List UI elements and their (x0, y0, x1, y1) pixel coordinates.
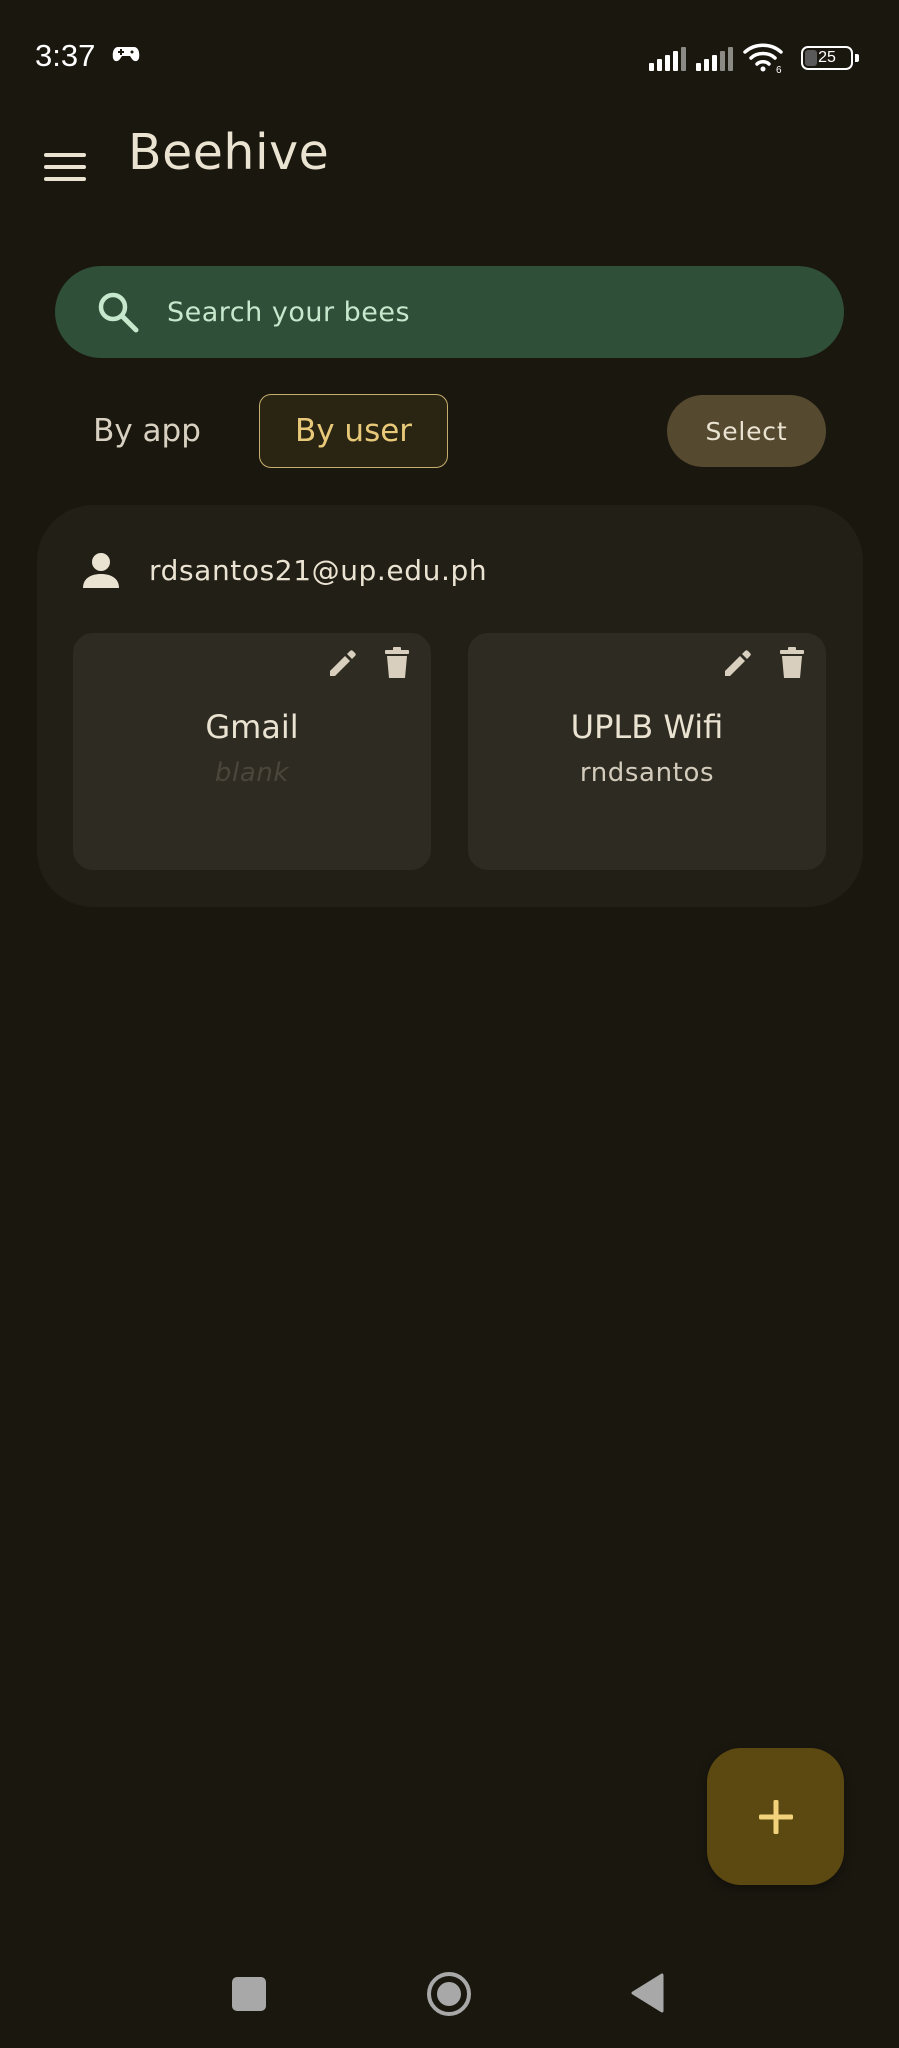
search-icon (95, 289, 141, 335)
entry-actions (325, 645, 415, 681)
tab-by-user[interactable]: By user (259, 394, 448, 468)
home-button[interactable] (426, 1971, 472, 2017)
person-icon (79, 548, 123, 592)
user-email: rdsantos21@up.edu.ph (149, 553, 488, 587)
plus-icon (758, 1799, 793, 1834)
hamburger-menu-icon (44, 153, 86, 181)
edit-icon[interactable] (720, 645, 756, 681)
battery-level: 25 (818, 49, 836, 66)
game-controller-icon (112, 44, 140, 64)
svg-text:6: 6 (776, 65, 782, 74)
wifi-6-icon: 6 (743, 42, 785, 76)
tab-by-app[interactable]: By app (72, 394, 222, 468)
entry-actions (720, 645, 810, 681)
entry-card-uplb-wifi[interactable]: UPLB Wifi rndsantos (468, 633, 826, 870)
entry-title: Gmail (205, 708, 299, 746)
user-group-card: rdsantos21@up.edu.ph Gmail blank UPLB Wi… (37, 505, 863, 907)
status-bar: 3:37 6 25 (0, 0, 899, 110)
search-bar[interactable] (55, 266, 844, 358)
add-button[interactable] (707, 1748, 844, 1885)
battery-icon: 25 (801, 46, 859, 70)
entry-title: UPLB Wifi (570, 708, 724, 746)
status-icons: 6 25 (649, 40, 859, 76)
app-bar: Beehive (0, 110, 899, 230)
user-group-header: rdsantos21@up.edu.ph (79, 545, 487, 595)
entry-username: rndsantos (579, 758, 715, 788)
recents-button[interactable] (232, 1977, 266, 2011)
menu-button[interactable] (36, 138, 94, 196)
page-title: Beehive (128, 124, 330, 181)
cell-signal-icon (696, 45, 733, 71)
entry-username: blank (214, 758, 290, 788)
delete-icon[interactable] (379, 645, 415, 681)
search-input[interactable] (165, 295, 769, 329)
entry-card-gmail[interactable]: Gmail blank (73, 633, 431, 870)
edit-icon[interactable] (325, 645, 361, 681)
status-time: 3:37 (35, 38, 96, 73)
delete-icon[interactable] (774, 645, 810, 681)
select-button[interactable]: Select (667, 395, 826, 467)
cell-signal-icon (649, 45, 686, 71)
back-button[interactable] (630, 1973, 664, 2013)
